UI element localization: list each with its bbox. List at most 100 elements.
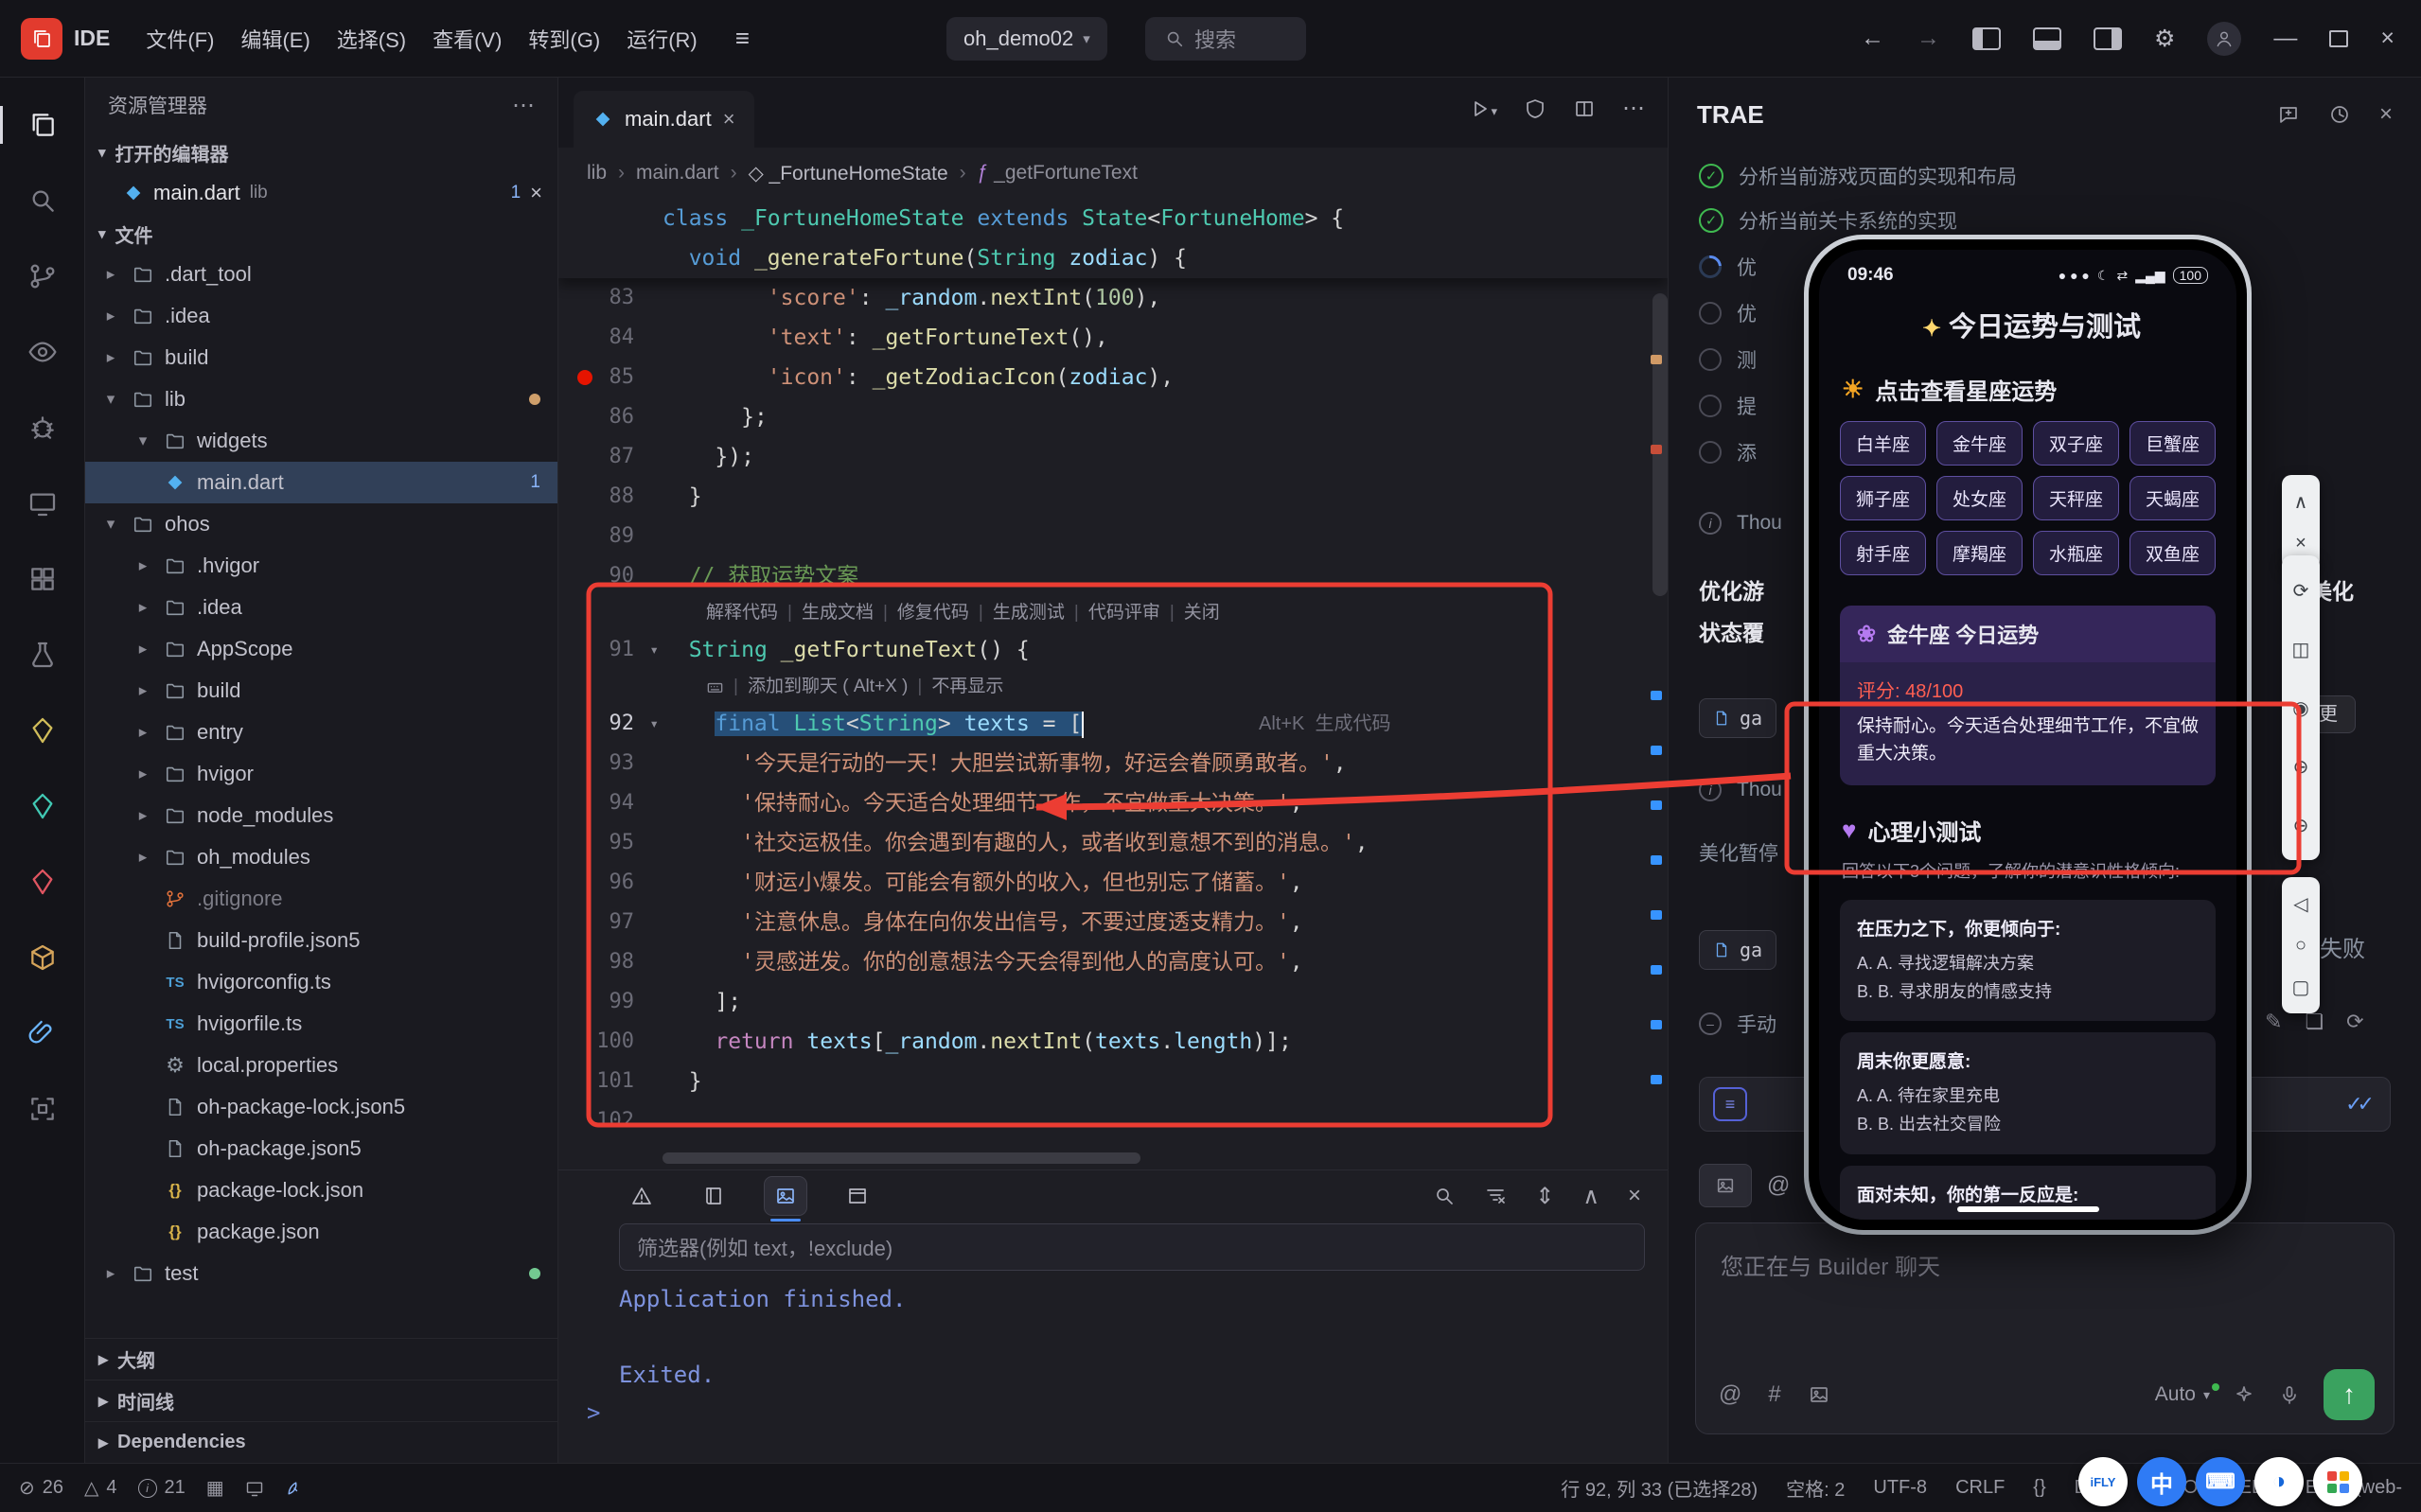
send-button[interactable]: ↑ [2324,1369,2375,1420]
line-gutter[interactable]: 86 [558,397,663,437]
line-gutter[interactable]: 87 [558,437,663,477]
tool-call-chip[interactable]: ga [1699,698,1777,738]
line-gutter[interactable]: 93 [558,744,663,783]
breadcrumb-item-main.dart[interactable]: main.dart [636,162,719,185]
quiz-option-a[interactable]: A. A. 待在家里充电 [1857,1082,2199,1111]
mode-selector[interactable]: Auto ▾ [2155,1383,2219,1406]
panel-close-icon[interactable]: × [1628,1183,1641,1209]
settings-gear-icon[interactable]: ⚙ [2154,25,2175,53]
mention-icon[interactable]: @ [1719,1381,1741,1408]
activity-source-control-icon[interactable] [0,238,85,314]
line-gutter[interactable]: 95 [558,823,663,863]
nav-forward-icon[interactable]: → [1917,25,1940,52]
toggle-right-panel-icon[interactable] [2093,26,2122,50]
menu-运行(R)[interactable]: 运行(R) [613,16,711,62]
tree-item-entry[interactable]: ▸ entry [85,712,557,753]
breadcrumb-item-_getFortuneText[interactable]: ƒ _getFortuneText [978,162,1138,185]
activity-remote-icon[interactable] [0,466,85,541]
line-gutter[interactable]: 88 [558,477,663,517]
activity-package-box-icon[interactable] [0,920,85,995]
tree-item-package.json[interactable]: {} package.json [85,1211,557,1253]
tree-item-package-lock.json[interactable]: {} package-lock.json [85,1169,557,1211]
close-panel-icon[interactable]: × [2379,101,2393,128]
ime-keyboard-button[interactable]: ⌨ [2196,1457,2245,1506]
ai-action-修复代码[interactable]: 修复代码 [897,596,969,630]
tab-main-dart[interactable]: main.dart × [574,91,754,148]
attach-image-icon[interactable] [1808,1383,1830,1406]
tree-item-build-profile.json5[interactable]: build-profile.json5 [85,920,557,961]
breadcrumb-item-_FortuneHomeState[interactable]: ◇ _FortuneHomeState [749,162,948,185]
activity-scan-icon[interactable] [0,1071,85,1147]
line-gutter[interactable]: 91 ▾ [558,630,663,670]
code-editor[interactable]: class _FortuneHomeState extends State<Fo… [558,199,1668,1169]
tree-item-hvigorconfig.ts[interactable]: TS hvigorconfig.ts [85,961,557,1003]
ai-hint-添加到聊天 ( Alt+X )[interactable]: 添加到聊天 ( Alt+X ) [748,670,908,704]
breadcrumb-item-lib[interactable]: lib [587,162,607,185]
editor-more-icon[interactable]: ⋯ [1622,95,1645,122]
ai-action-生成文档[interactable]: 生成文档 [802,596,874,630]
section-时间线[interactable]: ▸ 时间线 [85,1380,557,1421]
zodiac-button[interactable]: 天秤座 [2033,476,2119,520]
ai-action-解释代码[interactable]: 解释代码 [706,596,778,630]
activity-extensions-icon[interactable] [0,541,85,617]
image-attachment-chip[interactable]: @ [1699,1164,1790,1207]
quiz-option-b[interactable]: B. B. 出去社交冒险 [1857,1111,2199,1139]
ime-grid-button[interactable] [2313,1457,2362,1506]
tree-item-.gitignore[interactable]: .gitignore [85,878,557,920]
chat-input-box[interactable]: 您正在与 Builder 聊天 @ # Auto ▾ ↑ [1695,1222,2394,1434]
emulator-zoom-out-icon[interactable]: ⊖ [2282,796,2320,854]
window-minimize-button[interactable]: — [2273,25,2297,52]
line-gutter[interactable]: 84 [558,318,663,358]
activity-test-beaker-icon[interactable] [0,617,85,693]
tree-item-build[interactable]: ▸ build [85,337,557,378]
tree-item-oh-package-lock.json5[interactable]: oh-package-lock.json5 [85,1086,557,1128]
emulator-home-icon[interactable]: ○ [2282,924,2320,966]
status-item[interactable]: CRLF [1955,1477,2005,1499]
message-actions[interactable]: ✎ ❏ ⟳ [2265,1010,2364,1034]
tree-item-.idea[interactable]: ▸ .idea [85,295,557,337]
ime-logo-button[interactable]: ◑ [2254,1457,2304,1506]
line-gutter[interactable]: 92 ▾ [558,704,663,744]
emulator-back-icon[interactable]: ◁ [2282,883,2320,924]
activity-plugin-teal-icon[interactable] [0,768,85,844]
line-gutter[interactable]: 101 [558,1062,663,1101]
quiz-question-card[interactable]: 在压力之下，你更倾向于: A. A. 寻找逻辑解决方案 B. B. 寻求朋友的情感支… [1840,899,2216,1022]
shield-icon[interactable] [1524,97,1546,120]
activity-plugin-red-icon[interactable] [0,844,85,920]
panel-search-icon[interactable] [1433,1185,1456,1207]
panel-tab-output[interactable] [693,1177,734,1215]
open-editors-header[interactable]: ▾ 打开的编辑器 [85,132,557,172]
mic-icon[interactable] [2278,1383,2301,1406]
emulator-collapse-icon[interactable]: ∧ [2282,481,2320,522]
line-gutter[interactable] [558,238,663,278]
tree-item-local.properties[interactable]: ⚙ local.properties [85,1045,557,1086]
split-editor-icon[interactable] [1573,97,1596,120]
zodiac-button[interactable]: 双子座 [2033,421,2119,466]
problems-errors[interactable]: ⊘ 26 [19,1476,63,1500]
hash-icon[interactable]: # [1768,1381,1780,1408]
tree-item-.hvigor[interactable]: ▸ .hvigor [85,545,557,587]
tree-item-oh_modules[interactable]: ▸ oh_modules [85,836,557,878]
new-chat-icon[interactable] [2277,103,2300,126]
zodiac-button[interactable]: 双鱼座 [2129,531,2216,575]
run-button-icon[interactable]: ▾ [1468,96,1497,122]
fold-chevron-icon[interactable]: ▾ [649,704,659,744]
emulator-recents-icon[interactable]: ▢ [2282,966,2320,1008]
window-maximize-button[interactable] [2329,29,2349,47]
clear-filter-icon[interactable] [1484,1185,1507,1207]
emulator-zoom-in-icon[interactable]: ⊕ [2282,737,2320,796]
tree-item-AppScope[interactable]: ▸ AppScope [85,628,557,670]
rocket-icon[interactable] [285,1479,304,1498]
line-gutter[interactable]: 100 [558,1022,663,1062]
zodiac-button[interactable]: 射手座 [1840,531,1926,575]
zodiac-button[interactable]: 天蝎座 [2129,476,2216,520]
close-icon[interactable]: × [530,181,542,205]
activity-clip-icon[interactable] [0,995,85,1071]
tree-item-test[interactable]: ▸ test [85,1253,557,1294]
ai-action-代码评审[interactable]: 代码评审 [1088,596,1160,630]
activity-search-icon[interactable] [0,163,85,238]
activity-debug-icon[interactable] [0,390,85,466]
ai-action-生成测试[interactable]: 生成测试 [993,596,1065,630]
line-gutter[interactable]: 98 [558,942,663,982]
console-filter-input[interactable]: 筛选器(例如 text，!exclude) [619,1223,1645,1271]
